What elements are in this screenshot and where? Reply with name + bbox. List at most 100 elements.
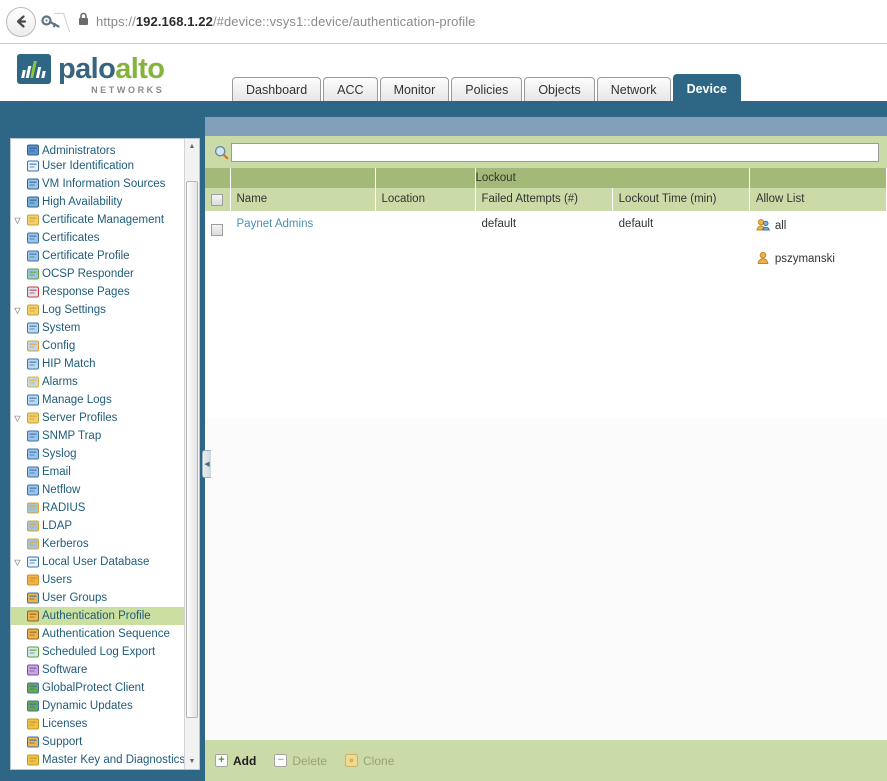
checkbox-unchecked-icon[interactable] (211, 194, 224, 206)
administrators-icon (24, 143, 41, 157)
sidebar-item-local-user-database[interactable]: ▽ Local User Database (11, 553, 186, 571)
sidebar-item-licenses[interactable]: Licenses (11, 715, 186, 733)
sidebar-item-label: HIP Match (42, 358, 96, 370)
tab-dashboard[interactable]: Dashboard (232, 77, 322, 101)
logo-tagline: NETWORKS (91, 85, 165, 95)
sidebar-item-hip-match[interactable]: HIP Match (11, 355, 186, 373)
log-config-icon (24, 339, 41, 353)
sidebar-item-master-key-and-diagnostics[interactable]: Master Key and Diagnostics (11, 751, 186, 769)
sidebar-item-config[interactable]: Config (11, 337, 186, 355)
column-header-failed-attempts[interactable]: Failed Attempts (#) (475, 188, 613, 212)
logo-wordmark: paloalto NETWORKS (58, 54, 165, 95)
tab-monitor[interactable]: Monitor (379, 77, 450, 101)
tab-acc[interactable]: ACC (323, 77, 378, 101)
tab-objects[interactable]: Objects (524, 77, 595, 101)
tab-policies[interactable]: Policies (451, 77, 523, 101)
expand-collapse-arrow-icon[interactable]: ▽ (11, 216, 24, 225)
sidebar-item-ldap[interactable]: LDAP (11, 517, 186, 535)
sidebar-item-label: Manage Logs (42, 394, 112, 406)
sidebar-item-user-groups[interactable]: User Groups (11, 589, 186, 607)
paloalto-logo-icon (17, 54, 51, 84)
expand-collapse-arrow-icon[interactable]: ▽ (11, 558, 24, 567)
folder-log-icon (24, 303, 41, 317)
sidebar-item-system[interactable]: System (11, 319, 186, 337)
sidebar-scrollbar[interactable]: ▲ ▼ (184, 139, 199, 769)
checkbox-unchecked-icon[interactable] (211, 223, 224, 236)
expand-collapse-arrow-icon[interactable]: ▽ (11, 414, 24, 423)
server-auth-icon (24, 537, 41, 551)
expand-collapse-arrow-icon[interactable]: ▽ (11, 306, 24, 315)
sidebar-item-vm-information-sources[interactable]: VM Information Sources (11, 175, 186, 193)
sidebar-scroll-down-button[interactable]: ▼ (185, 754, 199, 769)
sidebar-scroll-up-button[interactable]: ▲ (185, 139, 199, 154)
tab-network[interactable]: Network (596, 77, 671, 101)
allow-list-label: all (774, 220, 787, 232)
sidebar-item-snmp-trap[interactable]: SNMP Trap (11, 427, 186, 445)
ocsp-responder-icon (24, 267, 41, 281)
sidebar-item-label: User Identification (42, 160, 135, 172)
sidebar-item-certificates[interactable]: Certificates (11, 229, 186, 247)
high-availability-icon (24, 195, 41, 209)
authentication-profile-table: Lockout Name Location Failed Attempts (#… (205, 168, 887, 284)
server-profile-icon (24, 429, 41, 443)
sidebar-item-response-pages[interactable]: Response Pages (11, 283, 186, 301)
table-row[interactable]: Paynet Admins default default all pszymanski (205, 211, 887, 284)
sidebar-item-user-identification[interactable]: User Identification (11, 157, 186, 175)
sidebar-item-log-settings[interactable]: ▽ Log Settings (11, 301, 186, 319)
column-header-lockout-time[interactable]: Lockout Time (min) (612, 188, 750, 212)
column-header-location[interactable]: Location (375, 188, 476, 212)
add-button[interactable]: + Add (215, 754, 256, 768)
sidebar-item-server-profiles[interactable]: ▽ Server Profiles (11, 409, 186, 427)
cell-location (375, 211, 476, 284)
sidebar-item-email[interactable]: Email (11, 463, 186, 481)
sidebar-item-label: High Availability (42, 196, 123, 208)
sidebar-item-software[interactable]: Software (11, 661, 186, 679)
sidebar-item-administrators[interactable]: Administrators (11, 143, 186, 157)
key-icon[interactable] (34, 8, 68, 36)
sidebar-item-high-availability[interactable]: High Availability (11, 193, 186, 211)
sidebar-item-authentication-sequence[interactable]: Authentication Sequence (11, 625, 186, 643)
row-select-checkbox-cell[interactable] (205, 211, 231, 284)
url-text: https://192.168.1.22/#device::vsys1::dev… (96, 14, 476, 29)
sidebar-item-scheduled-log-export[interactable]: Scheduled Log Export (11, 643, 186, 661)
sidebar-item-ocsp-responder[interactable]: OCSP Responder (11, 265, 186, 283)
sidebar-item-dynamic-updates[interactable]: Dynamic Updates (11, 697, 186, 715)
sidebar-item-netflow[interactable]: Netflow (11, 481, 186, 499)
search-input[interactable] (231, 142, 879, 162)
sidebar-item-users[interactable]: Users (11, 571, 186, 589)
sidebar-item-authentication-profile[interactable]: Authentication Profile (11, 607, 186, 625)
sidebar-item-manage-logs[interactable]: Manage Logs (11, 391, 186, 409)
sidebar-scroll-thumb[interactable] (186, 181, 198, 718)
sidebar-item-label: Server Profiles (42, 412, 118, 424)
sidebar-item-label: LDAP (42, 520, 73, 532)
sidebar-item-globalprotect-client[interactable]: GlobalProtect Client (11, 679, 186, 697)
sidebar-item-syslog[interactable]: Syslog (11, 445, 186, 463)
select-all-checkbox-cell[interactable] (205, 188, 231, 212)
sidebar-item-certificate-profile[interactable]: Certificate Profile (11, 247, 186, 265)
profile-name-link[interactable]: Paynet Admins (237, 218, 314, 230)
sidebar-item-label: Master Key and Diagnostics (42, 754, 186, 766)
sidebar-item-label: Syslog (42, 448, 77, 460)
sidebar-item-label: Authentication Profile (42, 610, 151, 622)
scheduled-log-export-icon (24, 645, 41, 659)
sidebar-collapse-handle[interactable]: ◀ (202, 450, 211, 478)
search-magnifier-icon[interactable] (211, 145, 231, 160)
sidebar-item-certificate-management[interactable]: ▽ Certificate Management (11, 211, 186, 229)
column-header-name[interactable]: Name (230, 188, 376, 212)
clone-button: ● Clone (345, 754, 394, 768)
column-header-allow-list[interactable]: Allow List (749, 188, 887, 212)
url-host: 192.168.1.22 (135, 14, 213, 29)
server-profile-icon (24, 465, 41, 479)
sidebar-item-alarms[interactable]: Alarms (11, 373, 186, 391)
sidebar-item-label: VM Information Sources (42, 178, 166, 190)
sidebar-item-support[interactable]: Support (11, 733, 186, 751)
tab-device[interactable]: Device (672, 74, 741, 102)
delete-button-label: Delete (292, 753, 328, 768)
log-system-icon (24, 321, 41, 335)
server-auth-icon (24, 501, 41, 515)
sidebar-item-kerberos[interactable]: Kerberos (11, 535, 186, 553)
address-bar[interactable]: https://192.168.1.22/#device::vsys1::dev… (68, 8, 887, 36)
back-arrow-icon[interactable] (6, 6, 36, 37)
local-user-database-icon (24, 555, 41, 569)
sidebar-item-radius[interactable]: RADIUS (11, 499, 186, 517)
